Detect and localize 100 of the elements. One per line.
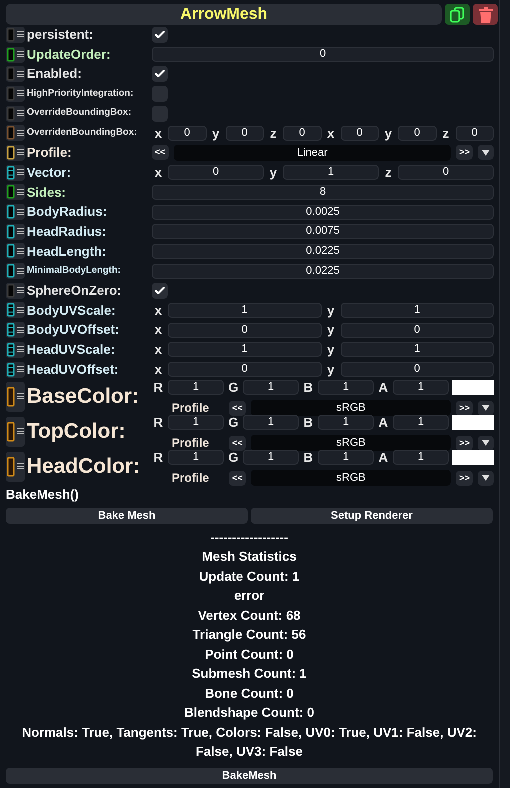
dropdown-button[interactable] (478, 145, 494, 160)
profile-field[interactable]: sRGB (250, 435, 452, 452)
number-field[interactable]: 1 (243, 380, 299, 395)
action-button[interactable]: Setup Renderer (251, 508, 493, 524)
number-field[interactable]: 0 (168, 126, 206, 141)
profile-field[interactable]: sRGB (250, 400, 452, 416)
profile-label: Profile (172, 435, 210, 452)
step-button[interactable]: >> (456, 400, 473, 416)
checkbox[interactable] (152, 106, 168, 122)
number-field[interactable]: 0.0225 (152, 244, 494, 259)
dropdown-button[interactable] (478, 400, 494, 416)
number-field[interactable]: 0 (168, 165, 264, 180)
number-field[interactable]: 1 (393, 450, 449, 465)
number-field[interactable]: 1 (168, 302, 322, 318)
duplicate-button[interactable] (445, 4, 470, 25)
number-field[interactable]: 1 (168, 342, 322, 358)
menu-icon[interactable] (17, 208, 24, 216)
number-field[interactable]: 8 (152, 184, 494, 200)
dropdown-button[interactable] (478, 436, 494, 451)
menu-icon[interactable] (17, 70, 24, 78)
stat-text: Bone Count: 0 (205, 684, 294, 703)
menu-icon[interactable] (17, 463, 24, 470)
menu-icon[interactable] (17, 130, 24, 137)
number-field[interactable]: 1 (283, 165, 379, 180)
step-button[interactable]: << (229, 400, 246, 416)
number-field[interactable]: 0 (398, 126, 436, 141)
menu-icon[interactable] (17, 287, 24, 294)
number-field[interactable]: 0.0025 (152, 204, 494, 220)
number-field[interactable]: 0 (152, 47, 494, 62)
menu-icon[interactable] (17, 346, 24, 354)
menu-icon[interactable] (17, 393, 24, 400)
axis-label: R (152, 448, 164, 467)
menu-icon[interactable] (17, 169, 24, 176)
number-field[interactable]: 1 (168, 380, 224, 395)
number-field[interactable]: 1 (168, 414, 224, 430)
menu-icon[interactable] (17, 188, 24, 196)
type-indicator-icon (7, 422, 15, 442)
color-swatch[interactable] (452, 414, 494, 430)
profile-field[interactable]: Linear (174, 144, 452, 161)
axis-label: A (378, 378, 390, 397)
checkbox[interactable] (152, 282, 168, 299)
number-field[interactable]: 1 (243, 450, 299, 465)
field-label: OverrideBoundingBox: (27, 106, 132, 120)
checkbox[interactable] (152, 26, 168, 43)
field-label: BodyRadius: (27, 203, 108, 222)
step-button[interactable]: << (229, 470, 246, 486)
number-field[interactable]: 1 (340, 342, 494, 358)
number-field[interactable]: 1 (318, 450, 374, 465)
method-label: BakeMesh() (5, 486, 80, 504)
step-button[interactable]: << (152, 145, 169, 160)
number-field[interactable]: 0 (340, 362, 494, 378)
axis-label: y (326, 302, 336, 320)
menu-icon[interactable] (17, 366, 24, 374)
step-button[interactable]: >> (456, 436, 473, 451)
menu-icon[interactable] (17, 248, 24, 255)
menu-icon[interactable] (17, 110, 24, 118)
number-field[interactable]: 0.0225 (152, 264, 494, 279)
number-field[interactable]: 1 (318, 414, 374, 430)
number-field[interactable]: 0 (340, 126, 379, 141)
number-field[interactable]: 1 (318, 380, 374, 395)
action-button[interactable]: Bake Mesh (6, 508, 248, 524)
number-field[interactable]: 0 (283, 126, 322, 141)
number-field[interactable]: 0 (398, 165, 494, 180)
menu-icon[interactable] (17, 149, 24, 156)
number-field[interactable]: 0 (226, 126, 264, 141)
scrollbar[interactable] (499, 0, 510, 788)
delete-button[interactable] (473, 4, 498, 25)
axis-label: y (211, 124, 221, 143)
menu-icon[interactable] (17, 326, 24, 334)
profile-field[interactable]: sRGB (250, 470, 452, 486)
menu-icon[interactable] (17, 306, 24, 314)
footer-bake-button[interactable]: BakeMesh (6, 768, 493, 784)
number-field[interactable]: 1 (393, 380, 449, 395)
axis-label: z (269, 124, 278, 143)
menu-icon[interactable] (17, 51, 24, 58)
color-swatch[interactable] (452, 380, 494, 395)
checkbox[interactable] (152, 66, 168, 82)
number-field[interactable]: 1 (243, 414, 299, 430)
caret-icon (482, 475, 490, 482)
axis-label: G (227, 448, 240, 467)
menu-icon[interactable] (17, 90, 24, 98)
step-button[interactable]: >> (456, 470, 473, 486)
menu-icon[interactable] (17, 268, 24, 275)
number-field[interactable]: 0 (340, 322, 494, 338)
number-field[interactable]: 0.0075 (152, 224, 494, 240)
axis-label: z (442, 124, 450, 143)
menu-icon[interactable] (17, 228, 24, 236)
number-field[interactable]: 0 (168, 322, 322, 338)
menu-icon[interactable] (17, 428, 24, 436)
step-button[interactable]: >> (456, 145, 473, 160)
checkbox[interactable] (152, 86, 168, 102)
menu-icon[interactable] (17, 31, 24, 38)
step-button[interactable]: << (229, 436, 246, 451)
color-swatch[interactable] (452, 450, 494, 465)
number-field[interactable]: 0 (168, 362, 322, 378)
dropdown-button[interactable] (478, 470, 494, 486)
number-field[interactable]: 1 (340, 302, 494, 318)
number-field[interactable]: 1 (168, 450, 224, 465)
number-field[interactable]: 1 (393, 414, 449, 430)
number-field[interactable]: 0 (456, 126, 494, 141)
